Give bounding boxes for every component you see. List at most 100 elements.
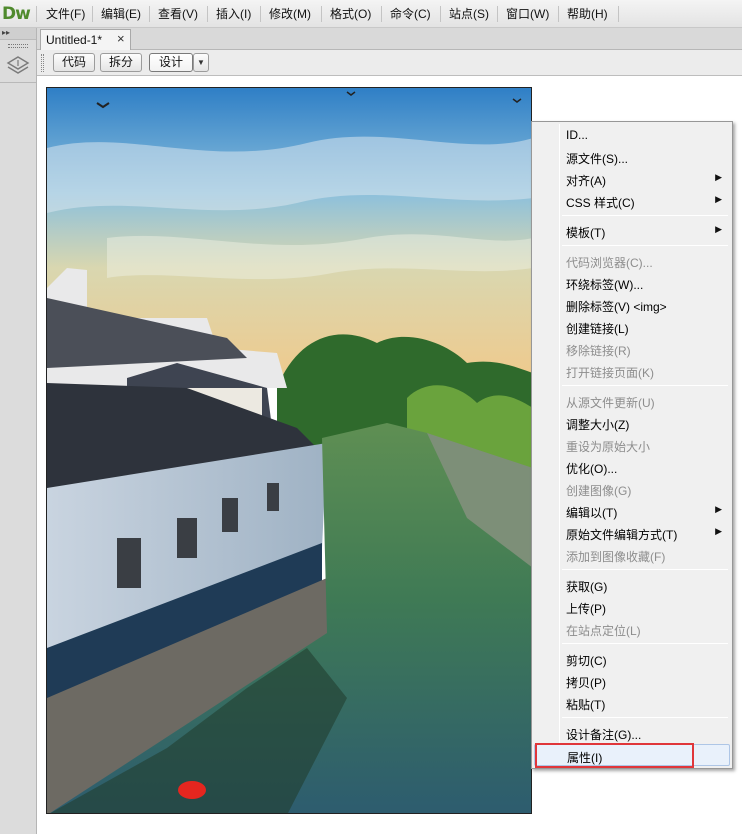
- menu-item-put[interactable]: 上传(P): [534, 596, 730, 618]
- menu-item-label: 设计备注(G)...: [566, 728, 642, 742]
- menu-item-paste[interactable]: 粘贴(T): [534, 692, 730, 714]
- panel-divider: [0, 82, 36, 83]
- menu-help[interactable]: 帮助(H): [567, 5, 608, 23]
- image-context-menu: ID... 源文件(S)... 对齐(A) ▶ CSS 样式(C) ▶ 模板(T) ▶…: [531, 121, 733, 769]
- menu-item-templates[interactable]: 模板(T) ▶: [534, 220, 730, 242]
- close-icon[interactable]: ×: [117, 31, 125, 46]
- menu-separator: [440, 6, 441, 22]
- chevron-down-icon[interactable]: ▼: [193, 53, 209, 72]
- menu-separator: [260, 6, 261, 22]
- document-toolbar: 代码 拆分 设计 ▼: [37, 50, 742, 76]
- menu-item-update-from-original[interactable]: 从源文件更新(U): [534, 390, 730, 412]
- split-view-button[interactable]: 拆分: [100, 53, 142, 72]
- menu-item-locate-in-site[interactable]: 在站点定位(L): [534, 618, 730, 640]
- menu-item-label: 源文件(S)...: [566, 152, 628, 166]
- menu-item-remove-tag[interactable]: 删除标签(V) <img>: [534, 294, 730, 316]
- menu-item-optimize[interactable]: 优化(O)...: [534, 456, 730, 478]
- menu-view[interactable]: 查看(V): [158, 5, 198, 23]
- menu-item-label: ID...: [566, 128, 589, 142]
- menu-item-wrap-tag[interactable]: 环绕标签(W)...: [534, 272, 730, 294]
- menu-item-original-file-edit[interactable]: 原始文件编辑方式(T) ▶: [534, 522, 730, 544]
- menu-item-make-link[interactable]: 创建链接(L): [534, 316, 730, 338]
- menu-item-css-styles[interactable]: CSS 样式(C) ▶: [534, 190, 730, 212]
- menu-item-label: 创建链接(L): [566, 322, 629, 336]
- panel-strip-header[interactable]: ▸▸: [0, 28, 36, 40]
- menu-insert[interactable]: 插入(I): [216, 5, 251, 23]
- menu-site[interactable]: 站点(S): [449, 5, 489, 23]
- menu-item-cut[interactable]: 剪切(C): [534, 648, 730, 670]
- menu-item-reset-size[interactable]: 重设为原始大小: [534, 434, 730, 456]
- menu-item-label: 重设为原始大小: [566, 440, 651, 454]
- menu-item-label: 在站点定位(L): [566, 624, 641, 638]
- dreamweaver-logo: Dw: [2, 4, 31, 24]
- menu-item-design-notes[interactable]: 设计备注(G)...: [534, 722, 730, 744]
- menu-separator: [562, 643, 728, 644]
- menu-item-add-to-favorites[interactable]: 添加到图像收藏(F): [534, 544, 730, 566]
- menu-item-label: 环绕标签(W)...: [566, 278, 644, 292]
- menu-modify[interactable]: 修改(M): [269, 5, 311, 23]
- submenu-arrow-icon: ▶: [715, 526, 722, 536]
- menu-item-id[interactable]: ID...: [534, 124, 730, 146]
- menu-item-label: 添加到图像收藏(F): [566, 550, 666, 564]
- menu-separator: [562, 569, 728, 570]
- expand-panels-icon[interactable]: ▸▸: [2, 28, 10, 38]
- menu-item-label: 原始文件编辑方式(T): [566, 528, 678, 542]
- menu-item-edit-with[interactable]: 编辑以(T) ▶: [534, 500, 730, 522]
- menu-separator: [207, 6, 208, 22]
- menu-edit[interactable]: 编辑(E): [101, 5, 141, 23]
- menu-separator: [92, 6, 93, 22]
- menu-separator: [36, 6, 37, 22]
- toolbar-grip-icon[interactable]: [41, 54, 44, 72]
- document-tab[interactable]: Untitled-1* ×: [40, 29, 131, 50]
- menu-item-label: 编辑以(T): [566, 506, 618, 520]
- menu-file[interactable]: 文件(F): [46, 5, 85, 23]
- menu-item-remove-link[interactable]: 移除链接(R): [534, 338, 730, 360]
- document-tab-title: Untitled-1*: [46, 33, 103, 47]
- menu-item-label: 删除标签(V) <img>: [566, 300, 667, 314]
- menu-item-resize[interactable]: 调整大小(Z): [534, 412, 730, 434]
- collapsed-panel-strip: ▸▸: [0, 28, 37, 834]
- menu-item-source-file[interactable]: 源文件(S)...: [534, 146, 730, 168]
- menu-separator: [381, 6, 382, 22]
- document-tab-bar: Untitled-1* ×: [37, 28, 742, 50]
- annotation-highlight-box: [535, 743, 694, 768]
- menu-separator: [558, 6, 559, 22]
- panel-grip-icon[interactable]: [8, 44, 28, 48]
- menu-item-label: 创建图像(G): [566, 484, 632, 498]
- menu-item-label: 移除链接(R): [566, 344, 631, 358]
- layers-panel-icon[interactable]: [6, 54, 30, 78]
- menu-bar: Dw 文件(F) 编辑(E) 查看(V) 插入(I) 修改(M) 格式(O) 命…: [0, 0, 742, 28]
- menu-commands[interactable]: 命令(C): [390, 5, 431, 23]
- menu-item-copy[interactable]: 拷贝(P): [534, 670, 730, 692]
- submenu-arrow-icon: ▶: [715, 172, 722, 182]
- menu-item-get[interactable]: 获取(G): [534, 574, 730, 596]
- menu-separator: [321, 6, 322, 22]
- menu-item-label: 剪切(C): [566, 654, 607, 668]
- menu-item-label: 打开链接页面(K): [566, 366, 654, 380]
- menu-item-align[interactable]: 对齐(A) ▶: [534, 168, 730, 190]
- menu-format[interactable]: 格式(O): [330, 5, 371, 23]
- menu-item-label: 上传(P): [566, 602, 606, 616]
- menu-item-code-navigator[interactable]: 代码浏览器(C)...: [534, 250, 730, 272]
- menu-item-create-image[interactable]: 创建图像(G): [534, 478, 730, 500]
- menu-item-label: 模板(T): [566, 226, 606, 240]
- menu-item-label: CSS 样式(C): [566, 196, 635, 210]
- menu-separator: [149, 6, 150, 22]
- menu-separator: [562, 215, 728, 216]
- code-view-button[interactable]: 代码: [53, 53, 95, 72]
- submenu-arrow-icon: ▶: [715, 224, 722, 234]
- menu-separator: [497, 6, 498, 22]
- submenu-arrow-icon: ▶: [715, 194, 722, 204]
- menu-item-label: 获取(G): [566, 580, 608, 594]
- menu-item-label: 优化(O)...: [566, 462, 618, 476]
- menu-separator: [618, 6, 619, 22]
- menu-item-open-linked-page[interactable]: 打开链接页面(K): [534, 360, 730, 382]
- menu-item-label: 从源文件更新(U): [566, 396, 655, 410]
- menu-item-label: 对齐(A): [566, 174, 606, 188]
- menu-item-label: 拷贝(P): [566, 676, 606, 690]
- menu-window[interactable]: 窗口(W): [506, 5, 549, 23]
- canal-town-image[interactable]: [46, 87, 532, 814]
- menu-item-label: 粘贴(T): [566, 698, 606, 712]
- design-view-button[interactable]: 设计: [149, 53, 193, 72]
- menu-separator: [562, 717, 728, 718]
